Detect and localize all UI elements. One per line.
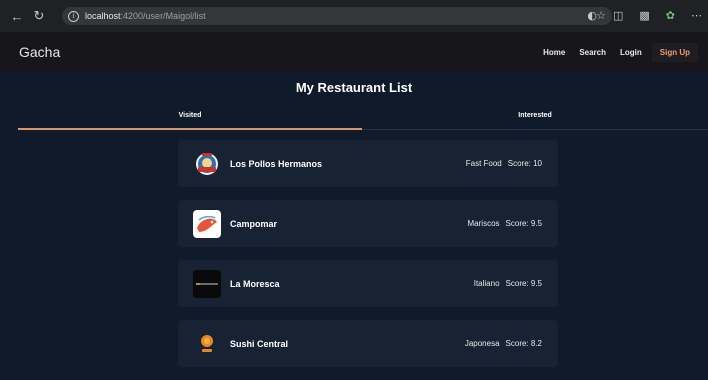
more-menu-icon[interactable]: ⋯ [691, 9, 702, 23]
copilot-icon[interactable]: ✿ [666, 9, 675, 23]
restaurant-card[interactable]: Campomar Mariscos Score: 9.5 [178, 200, 558, 247]
restaurant-category: Mariscos [467, 219, 500, 228]
restaurant-list: Los Pollos Hermanos Fast Food Score: 10 C… [178, 140, 558, 380]
back-arrow-icon[interactable]: ← [8, 9, 26, 24]
restaurant-name[interactable]: Sushi Central [230, 339, 288, 349]
address-bar[interactable]: i localhost :4200/user/Maigol/list ☆ [62, 7, 612, 25]
page-title: My Restaurant List [295, 80, 413, 95]
tab-visited[interactable]: Visited [18, 108, 362, 130]
restaurant-score: Score: 9.5 [505, 279, 542, 288]
restaurant-card[interactable]: Sushi Central Japonesa Score: 8.2 [178, 320, 558, 367]
restaurant-meta: Italiano Score: 9.5 [474, 279, 542, 288]
campomar-logo-icon [193, 210, 221, 238]
nav-login-link[interactable]: Login [620, 48, 642, 57]
url-path: :4200/user/Maigol/list [120, 11, 206, 21]
moresca-logo-icon [193, 270, 221, 298]
pollos-logo-icon [193, 150, 221, 178]
tab-interested[interactable]: Interested [362, 108, 708, 130]
url-host: localhost [85, 11, 121, 21]
restaurant-score: Score: 10 [507, 159, 542, 168]
extension-icon[interactable]: ◐ [587, 9, 597, 23]
restaurant-score: Score: 8.2 [505, 339, 542, 348]
restaurant-meta: Mariscos Score: 9.5 [468, 219, 542, 228]
restaurant-name[interactable]: La Moresca [230, 279, 280, 289]
restaurant-name[interactable]: Los Pollos Hermanos [230, 159, 322, 169]
signup-button[interactable]: Sign Up [651, 42, 698, 62]
restaurant-name[interactable]: Campomar [230, 219, 277, 229]
brand-logo[interactable]: Gacha [19, 44, 60, 60]
extension-icons: ◐ ◫ ▩ ✿ ⋯ [587, 9, 702, 23]
restaurant-meta: Fast Food Score: 10 [466, 159, 542, 168]
restaurant-category: Japonesa [464, 339, 500, 348]
restaurant-card[interactable]: La Moresca Italiano Score: 9.5 [178, 260, 558, 307]
restaurant-card[interactable]: Los Pollos Hermanos Fast Food Score: 10 [178, 140, 558, 187]
nav-home-link[interactable]: Home [543, 48, 565, 57]
list-tabs: Visited Interested [18, 108, 708, 130]
restaurant-category: Fast Food [465, 159, 502, 168]
restaurant-category: Italiano [473, 279, 500, 288]
collections-icon[interactable]: ▩ [639, 9, 649, 23]
reload-icon[interactable]: ↻ [30, 8, 48, 24]
main-nav: Home Search Login Sign Up [529, 32, 698, 72]
nav-search-link[interactable]: Search [579, 48, 606, 57]
restaurant-score: Score: 9.5 [505, 219, 542, 228]
browser-toolbar: ← ↻ i localhost :4200/user/Maigol/list ☆… [0, 0, 708, 32]
restaurant-meta: Japonesa Score: 8.2 [465, 339, 542, 348]
split-screen-icon[interactable]: ◫ [613, 9, 623, 23]
sushi-logo-icon [193, 330, 221, 358]
app-header: Gacha Home Search Login Sign Up [0, 32, 708, 72]
info-icon[interactable]: i [68, 10, 79, 22]
